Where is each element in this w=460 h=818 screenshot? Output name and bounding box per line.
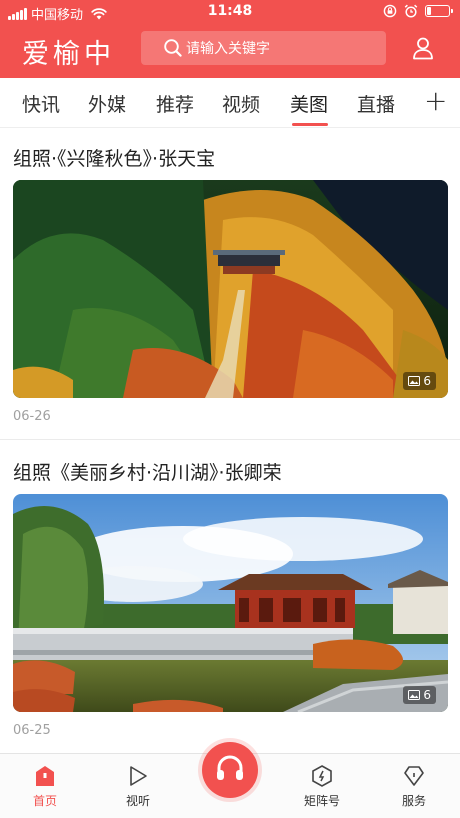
bottom-nav: 首页 视听 矩阵号 服务	[0, 742, 460, 818]
search-input[interactable]: 请输入关键字	[141, 31, 386, 65]
card-title[interactable]: 组照《美丽乡村·沿川湖》·张卿荣	[13, 458, 282, 485]
card-photo[interactable]: 6	[13, 180, 448, 398]
photo-count: 6	[423, 374, 431, 388]
category-tabs: 快讯 外媒 推荐 视频 美图 直播 +	[0, 78, 460, 128]
tab-shipin[interactable]: 视频	[222, 90, 260, 117]
card-title[interactable]: 组照·《兴隆秋色》·张天宝	[13, 144, 215, 171]
nav-shiting[interactable]: 视听	[108, 764, 168, 809]
lake-pavilion-photo	[13, 494, 448, 712]
tab-waimei[interactable]: 外媒	[88, 90, 126, 117]
home-icon	[36, 766, 54, 786]
hexagon-icon	[312, 765, 332, 787]
photo-count-badge: 6	[403, 372, 436, 390]
tab-tuijian[interactable]: 推荐	[156, 90, 194, 117]
play-icon	[130, 766, 147, 786]
photo-count-badge: 6	[403, 686, 436, 704]
tab-kuaixun[interactable]: 快讯	[22, 90, 60, 117]
headset-icon	[217, 755, 243, 780]
app-logo: 爱榆中	[22, 39, 115, 70]
diamond-icon	[404, 766, 424, 786]
image-icon	[408, 376, 421, 386]
search-icon	[164, 39, 182, 57]
card-date: 06-26	[13, 409, 51, 424]
card-photo[interactable]: 6	[13, 494, 448, 712]
nav-label: 视听	[125, 794, 150, 808]
autumn-forest-photo	[13, 180, 448, 398]
add-tab-button[interactable]: +	[424, 86, 447, 116]
nav-label: 矩阵号	[303, 794, 340, 808]
user-icon[interactable]	[412, 36, 434, 60]
status-right	[383, 4, 453, 18]
tab-meitu[interactable]: 美图	[290, 90, 328, 117]
card-divider	[0, 439, 460, 440]
search-placeholder: 请输入关键字	[186, 41, 270, 57]
image-icon	[408, 690, 421, 700]
nav-label: 服务	[401, 794, 426, 808]
photo-count: 6	[423, 688, 431, 702]
battery-fill	[427, 7, 431, 15]
nav-label: 首页	[32, 794, 57, 808]
status-bar: 中国移动 11:48	[0, 0, 460, 24]
alarm-icon	[404, 4, 418, 18]
nav-home[interactable]: 首页	[15, 764, 75, 809]
nav-fuwu[interactable]: 服务	[384, 764, 444, 809]
app-header: 爱榆中 请输入关键字	[0, 24, 460, 78]
active-tab-indicator	[292, 123, 328, 126]
rotation-lock-icon	[383, 4, 397, 18]
tab-zhibo[interactable]: 直播	[357, 90, 395, 117]
nav-center-button[interactable]	[202, 742, 258, 798]
card-date: 06-25	[13, 723, 51, 738]
battery-icon	[425, 5, 453, 17]
nav-juzhenhao[interactable]: 矩阵号	[292, 764, 352, 809]
